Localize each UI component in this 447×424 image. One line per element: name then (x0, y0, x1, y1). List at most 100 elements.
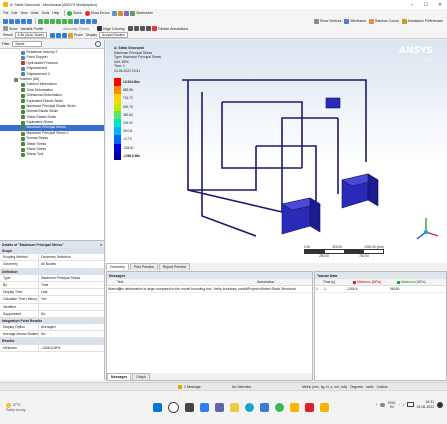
details-value[interactable]: -1266.6 MPa (38, 344, 104, 351)
zoom-box-icon[interactable] (56, 18, 61, 24)
details-row[interactable]: Average Across Bodies No (0, 331, 104, 339)
menu-file[interactable]: File (3, 11, 8, 15)
details-value[interactable]: No (38, 331, 104, 338)
contour-icon[interactable] (61, 32, 67, 38)
annotation-icon[interactable] (401, 18, 407, 24)
start-icon[interactable] (153, 403, 162, 412)
details-row[interactable]: Identifier (0, 303, 104, 311)
view-icon[interactable] (86, 18, 91, 24)
view-icon[interactable] (80, 18, 85, 24)
details-value[interactable]: All Bodies (38, 261, 104, 268)
contour-icon[interactable] (55, 32, 61, 38)
menu-help[interactable]: Help (52, 11, 59, 15)
model-geometry[interactable] (106, 40, 447, 263)
thicken-annotations-button[interactable]: Thicken Annotations (158, 27, 189, 31)
scale-dropdown[interactable]: 4.8e (Auto Scale) (14, 32, 47, 38)
display-dropdown[interactable]: Display (86, 33, 97, 37)
tree-item[interactable]: Stress Tool (0, 152, 104, 158)
random-colors-icon[interactable] (369, 18, 374, 24)
acrobat-icon[interactable] (305, 403, 314, 412)
probe-icon[interactable] (67, 32, 73, 38)
menu-tools[interactable]: Tools (41, 11, 49, 15)
tab-graph[interactable]: Graph (132, 373, 150, 380)
clock[interactable]: 15:31 24-06-2022 (417, 400, 434, 409)
details-value[interactable]: Averaged (38, 324, 104, 331)
teams-chat-icon[interactable] (215, 403, 224, 412)
show-vertices-button[interactable]: Show Vertices (320, 19, 341, 23)
edge-icon[interactable] (139, 26, 145, 31)
graphics-viewport[interactable]: A: Static Structural Maximum Principal S… (106, 40, 447, 263)
filter-search-icon[interactable] (95, 41, 101, 47)
details-row[interactable]: Geometry All Bodies (0, 261, 104, 269)
details-value[interactable]: Geometry Selection (38, 254, 104, 261)
details-value[interactable]: No (38, 310, 104, 317)
wifi-icon[interactable]: ◔ (399, 403, 401, 407)
menu-view[interactable]: View (20, 11, 27, 15)
tool-icon[interactable] (124, 10, 130, 16)
solve-icon[interactable] (67, 10, 73, 16)
edge-coloring-button[interactable]: Edge Coloring (103, 27, 125, 31)
volume-icon[interactable]: ◖ (403, 403, 405, 407)
fit-icon[interactable] (62, 18, 67, 24)
random-colors-button[interactable]: Random Colors (375, 19, 399, 23)
axis-triad[interactable] (411, 214, 441, 244)
tray-chevron-icon[interactable]: ^ (376, 403, 378, 407)
assembly-center-dropdown[interactable]: Assembly Center (63, 27, 89, 31)
edge-icon[interactable] (145, 26, 151, 31)
details-row[interactable]: Scoping Method Geometry Selection (0, 254, 104, 262)
contour-icon[interactable] (49, 32, 55, 38)
task-view-icon[interactable] (185, 403, 194, 412)
details-value[interactable]: Yes (38, 296, 104, 303)
show-errors-button[interactable]: Show Errors (91, 11, 110, 15)
widgets-icon[interactable] (200, 403, 209, 412)
wireframe-button[interactable]: Wireframe (350, 19, 366, 23)
magnifier-icon[interactable] (68, 18, 73, 24)
message-flag-icon[interactable] (178, 384, 182, 389)
select-icon[interactable] (27, 18, 32, 24)
select-icon[interactable] (3, 18, 8, 24)
close-button[interactable]: ✕ (433, 2, 447, 8)
column-header[interactable]: Minimum [MPa] (357, 280, 397, 284)
details-value[interactable] (38, 303, 104, 310)
column-header[interactable]: Association (227, 280, 274, 284)
select-icon[interactable] (9, 18, 14, 24)
tab-report-preview[interactable]: Report Preview (158, 263, 191, 270)
show-icon[interactable] (3, 26, 8, 31)
details-value[interactable]: Last (38, 289, 104, 296)
details-value[interactable]: Maximum Principal Stress (38, 274, 104, 281)
probe-button[interactable]: Probe (74, 33, 83, 37)
vertices-icon[interactable] (313, 18, 319, 24)
tab-messages[interactable]: Messages (107, 373, 132, 380)
maximize-button[interactable]: ☐ (419, 2, 433, 8)
language-indicator[interactable]: ENG IN (388, 401, 395, 409)
scoped-bodies-dropdown[interactable]: Scoped Bodies (99, 32, 128, 38)
select-icon[interactable] (15, 18, 20, 24)
details-row[interactable]: Type Maximum Principal Stress (0, 274, 104, 282)
worksheet-icon[interactable] (130, 10, 136, 16)
zoom-icon[interactable] (50, 18, 55, 24)
show-button[interactable]: Show (9, 27, 17, 31)
rotate-icon[interactable] (38, 18, 43, 24)
tab-geometry[interactable]: Geometry (106, 263, 129, 270)
file-explorer-icon[interactable] (230, 403, 239, 412)
notification-icon[interactable] (437, 401, 443, 408)
tab-print-preview[interactable]: Print Preview (129, 263, 158, 270)
edge-browser-icon[interactable] (245, 403, 254, 412)
solve-button[interactable]: Solve (73, 11, 81, 15)
column-header[interactable]: Text (107, 280, 227, 284)
details-row[interactable]: Minimum -1266.6 MPa (0, 344, 104, 352)
ansys-mechanical-icon[interactable] (320, 403, 329, 412)
details-row[interactable]: Suppressed No (0, 310, 104, 318)
cloud-icon[interactable] (380, 402, 386, 407)
tool-icon[interactable] (118, 10, 124, 16)
pin-icon[interactable]: ⌖ (100, 243, 102, 247)
store-icon[interactable] (260, 403, 269, 412)
weather-widget[interactable]: 27°C Partly cloudy (0, 402, 46, 413)
view-icon[interactable] (92, 18, 97, 24)
thicken-icon[interactable] (151, 26, 157, 31)
ansys-workbench-icon[interactable] (290, 403, 299, 412)
details-value[interactable]: Time (38, 281, 104, 289)
menu-units[interactable]: Units (31, 11, 39, 15)
edge-icon[interactable] (127, 26, 133, 31)
select-icon[interactable] (21, 18, 26, 24)
